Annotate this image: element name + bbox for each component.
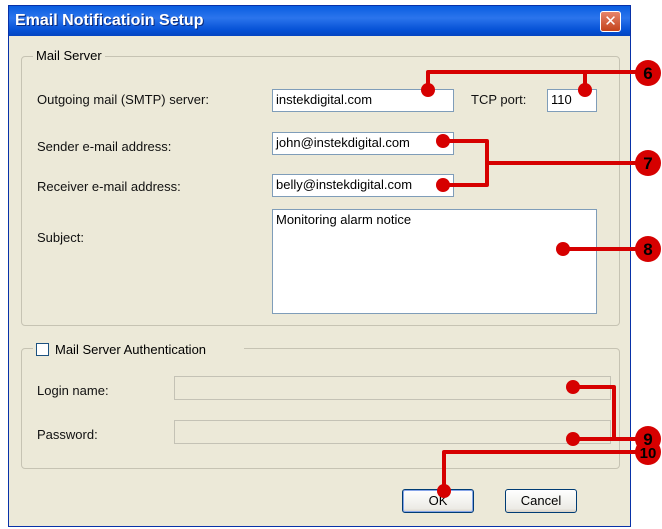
callout-10-badge: [635, 439, 661, 465]
login-name-input[interactable]: [174, 376, 611, 400]
subject-label: Subject:: [37, 230, 84, 245]
close-icon: ✕: [604, 13, 617, 30]
callout-9-number: 9: [643, 430, 652, 449]
sender-email-input[interactable]: john@instekdigital.com: [272, 132, 454, 155]
close-button[interactable]: ✕: [600, 11, 621, 32]
auth-checkbox[interactable]: [36, 343, 49, 356]
callout-7-number: 7: [643, 154, 652, 173]
callout-8-badge: [635, 236, 661, 262]
title-bar[interactable]: Email Notificatioin Setup ✕: [9, 6, 630, 36]
email-setup-dialog: Email Notificatioin Setup ✕ Mail Server …: [8, 5, 631, 527]
callout-9-badge: [635, 426, 661, 452]
smtp-server-label: Outgoing mail (SMTP) server:: [37, 92, 209, 107]
receiver-email-input[interactable]: belly@instekdigital.com: [272, 174, 454, 197]
tcp-port-label: TCP port:: [471, 92, 527, 107]
ok-button[interactable]: OK: [402, 489, 474, 513]
cancel-button[interactable]: Cancel: [505, 489, 577, 513]
callout-6-badge: [635, 60, 661, 86]
window-title: Email Notificatioin Setup: [15, 12, 204, 29]
smtp-server-input[interactable]: instekdigital.com: [272, 89, 454, 112]
callout-10-number: 10: [640, 445, 657, 462]
password-input[interactable]: [174, 420, 611, 444]
tcp-port-input[interactable]: 110: [547, 89, 597, 112]
auth-group: [21, 348, 620, 469]
mail-server-legend: Mail Server: [33, 48, 105, 63]
callout-7-badge: [635, 150, 661, 176]
callout-6-number: 6: [643, 64, 652, 83]
login-name-label: Login name:: [37, 383, 109, 398]
password-label: Password:: [37, 427, 98, 442]
auth-legend: Mail Server Authentication: [55, 342, 207, 357]
receiver-email-label: Receiver e-mail address:: [37, 179, 181, 194]
subject-textarea[interactable]: Monitoring alarm notice: [272, 209, 597, 314]
sender-email-label: Sender e-mail address:: [37, 139, 172, 154]
callout-8-number: 8: [643, 240, 652, 259]
